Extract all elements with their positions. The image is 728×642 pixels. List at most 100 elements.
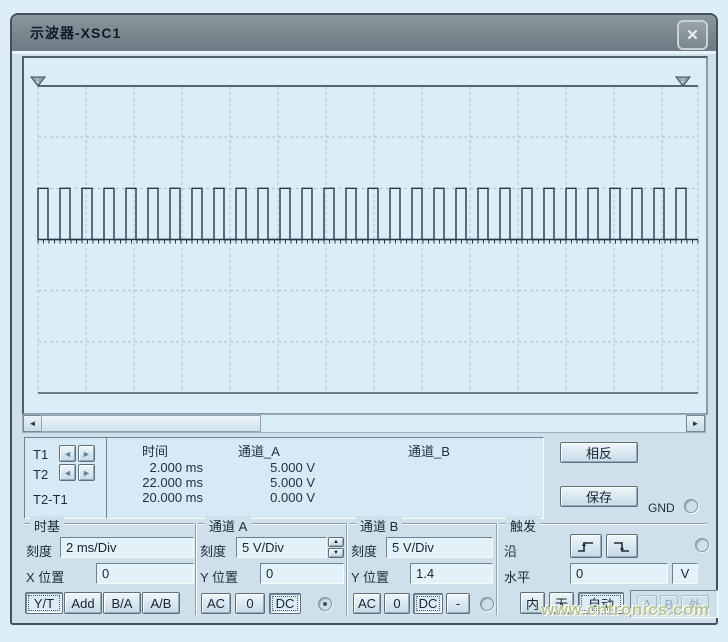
channel-a-scale-down-button[interactable]: ▼ xyxy=(328,548,344,558)
timebase-scale-label: 刻度 xyxy=(26,541,52,560)
timebase-yt-button[interactable]: Y/T xyxy=(25,592,63,614)
close-icon: ✕ xyxy=(686,26,699,44)
cursor-dt-label: T2-T1 xyxy=(33,492,68,507)
ac-button-label: AC xyxy=(207,596,225,611)
rising-edge-icon xyxy=(577,540,595,553)
t1-chb-value xyxy=(315,460,543,475)
scope-trace xyxy=(38,188,698,243)
t2-cha-value: 5.000 V xyxy=(203,475,315,490)
spinner-down-icon: ▼ xyxy=(333,550,339,556)
separator xyxy=(346,523,348,615)
channel-a-scale-up-button[interactable]: ▲ xyxy=(328,537,344,547)
t2-right-icon: ► xyxy=(82,468,91,478)
save-button[interactable]: 保存 xyxy=(560,486,638,507)
col-header-channel-a: 通道_A xyxy=(203,439,315,460)
scrollbar-thumb[interactable] xyxy=(41,415,261,432)
cursor-box: T1 ◄ ► T2 ◄ ► T2-T1 xyxy=(24,437,108,519)
trigger-falling-edge-button[interactable] xyxy=(606,534,638,558)
col-header-time: 时间 xyxy=(107,439,203,460)
channel-b-scale-input[interactable]: 5 V/Div xyxy=(386,537,493,558)
separator xyxy=(195,523,197,615)
channel-b-dc-button[interactable]: DC xyxy=(413,593,443,614)
oscilloscope-window: 示波器-XSC1 ✕ 1 2 ◄ ► T1 ◄ ► T2 ◄ ► T2-T1 时… xyxy=(10,13,718,625)
trigger-level-unit[interactable]: V xyxy=(672,563,698,584)
dc-button-label: DC xyxy=(419,596,438,611)
falling-edge-icon xyxy=(613,540,631,553)
trigger-group-title: 触发 xyxy=(506,516,540,535)
channel-a-ac-button[interactable]: AC xyxy=(201,593,231,614)
channel-a-group-title: 通道 A xyxy=(205,516,251,535)
yt-button-label: Y/T xyxy=(34,596,54,611)
dt-chb-value xyxy=(315,490,543,505)
scroll-right-button[interactable]: ► xyxy=(686,415,705,432)
scroll-right-icon: ► xyxy=(692,419,700,428)
dt-time-value: 20.000 ms xyxy=(107,490,203,505)
t1-right-button[interactable]: ► xyxy=(78,445,95,462)
window-title: 示波器-XSC1 xyxy=(30,15,121,51)
channel-b-ypos-label: Y 位置 xyxy=(351,567,389,586)
ab-button-label: A/B xyxy=(151,596,172,611)
internal-button-label: 内 xyxy=(526,594,539,613)
dc-button-label: DC xyxy=(276,596,295,611)
channel-b-group-title: 通道 B xyxy=(356,516,402,535)
timebase-group-title: 时基 xyxy=(30,516,64,535)
channel-a-dc-button[interactable]: DC xyxy=(269,593,301,614)
channel-a-ypos-label: Y 位置 xyxy=(200,567,238,586)
gnd-terminal[interactable] xyxy=(684,499,698,513)
readout-table: 时间 通道_A 通道_B 2.000 ms 5.000 V 22.000 ms … xyxy=(106,437,544,519)
t1-left-button[interactable]: ◄ xyxy=(59,445,76,462)
channel-b-ac-button[interactable]: AC xyxy=(353,593,381,614)
channel-b-minus-button[interactable]: - xyxy=(446,593,470,614)
timebase-scale-input[interactable]: 2 ms/Div xyxy=(60,537,194,558)
scope-svg: 1 2 xyxy=(24,58,702,409)
gnd-label: GND xyxy=(648,501,675,515)
channel-a-ypos-input[interactable]: 0 xyxy=(260,563,344,584)
timebase-xpos-label: X 位置 xyxy=(26,567,64,586)
separator xyxy=(496,523,498,615)
t2-left-icon: ◄ xyxy=(63,468,72,478)
reverse-button-label: 相反 xyxy=(586,443,612,462)
t2-time-value: 22.000 ms xyxy=(107,475,203,490)
scroll-left-button[interactable]: ◄ xyxy=(23,415,42,432)
dt-cha-value: 0.000 V xyxy=(203,490,315,505)
trigger-level-input[interactable]: 0 xyxy=(570,563,668,584)
scope-display: 1 2 xyxy=(22,56,708,415)
terminal-dot xyxy=(323,602,327,606)
t1-time-value: 2.000 ms xyxy=(107,460,203,475)
timebase-ab-button[interactable]: A/B xyxy=(142,592,180,614)
title-bar[interactable]: 示波器-XSC1 ✕ xyxy=(12,15,716,54)
t1-left-icon: ◄ xyxy=(63,449,72,459)
t2-left-button[interactable]: ◄ xyxy=(59,464,76,481)
trigger-level-label: 水平 xyxy=(504,567,530,586)
t1-right-icon: ► xyxy=(82,449,91,459)
channel-a-scale-input[interactable]: 5 V/Div xyxy=(236,537,327,558)
col-header-channel-b: 通道_B xyxy=(315,439,543,460)
watermark: www.cntronics.com xyxy=(541,600,709,620)
t1-cha-value: 5.000 V xyxy=(203,460,315,475)
minus-button-label: - xyxy=(456,596,460,611)
t2-chb-value xyxy=(315,475,543,490)
trigger-rising-edge-button[interactable] xyxy=(570,534,602,558)
add-button-label: Add xyxy=(71,596,94,611)
channel-b-zero-button[interactable]: 0 xyxy=(384,593,410,614)
channel-b-scale-label: 刻度 xyxy=(351,541,377,560)
horizontal-scrollbar[interactable]: ◄ ► xyxy=(22,414,706,433)
trigger-external-terminal[interactable] xyxy=(695,538,709,552)
zero-button-label: 0 xyxy=(393,596,400,611)
channel-a-input-terminal[interactable] xyxy=(318,597,332,611)
timebase-add-button[interactable]: Add xyxy=(64,592,102,614)
timebase-ba-button[interactable]: B/A xyxy=(103,592,141,614)
ba-button-label: B/A xyxy=(112,596,133,611)
zero-button-label: 0 xyxy=(246,596,253,611)
trigger-edge-label: 沿 xyxy=(504,541,517,560)
timebase-xpos-input[interactable]: 0 xyxy=(96,563,194,584)
channel-a-zero-button[interactable]: 0 xyxy=(235,593,265,614)
t2-right-button[interactable]: ► xyxy=(78,464,95,481)
scroll-left-icon: ◄ xyxy=(29,419,37,428)
channel-b-input-terminal[interactable] xyxy=(480,597,494,611)
close-button[interactable]: ✕ xyxy=(677,20,708,50)
save-button-label: 保存 xyxy=(586,487,612,506)
spinner-up-icon: ▲ xyxy=(333,539,339,545)
reverse-button[interactable]: 相反 xyxy=(560,442,638,463)
channel-b-ypos-input[interactable]: 1.4 xyxy=(410,563,493,584)
